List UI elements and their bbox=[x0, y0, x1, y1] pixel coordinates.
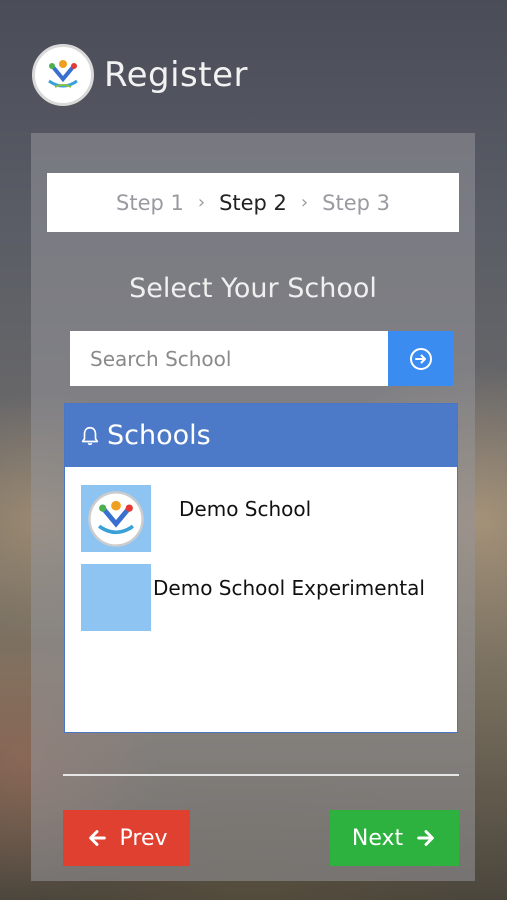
next-button-label: Next bbox=[351, 825, 404, 851]
search-submit-button[interactable] bbox=[388, 331, 453, 386]
register-panel: Step 1 › Step 2 › Step 3 Select Your Sch… bbox=[31, 133, 475, 881]
next-button[interactable]: Next bbox=[330, 810, 459, 866]
step-2-label[interactable]: Step 2 bbox=[219, 191, 287, 215]
app-header: Register bbox=[32, 42, 248, 108]
schools-list-panel: Schools Demo School Demo School Experime… bbox=[64, 403, 458, 733]
step-1-label[interactable]: Step 1 bbox=[116, 191, 184, 215]
school-logo-icon bbox=[81, 485, 151, 552]
prev-button[interactable]: Prev bbox=[63, 810, 190, 866]
divider bbox=[63, 774, 459, 776]
bell-icon bbox=[79, 425, 101, 447]
chevron-right-icon: › bbox=[300, 192, 309, 213]
prev-button-label: Prev bbox=[119, 825, 168, 851]
schools-title: Schools bbox=[107, 420, 211, 451]
chevron-right-icon: › bbox=[197, 192, 206, 213]
app-logo-icon bbox=[32, 44, 94, 106]
arrow-left-icon bbox=[88, 830, 106, 846]
search-school-input[interactable] bbox=[70, 331, 388, 386]
school-name: Demo School bbox=[179, 497, 312, 521]
arrow-circle-right-icon bbox=[409, 347, 432, 370]
school-search bbox=[70, 331, 453, 386]
step-breadcrumb: Step 1 › Step 2 › Step 3 bbox=[47, 173, 459, 232]
school-list-item[interactable]: Demo School bbox=[65, 467, 457, 552]
section-heading: Select Your School bbox=[129, 273, 377, 304]
page-title: Register bbox=[104, 55, 248, 95]
school-logo-placeholder bbox=[81, 564, 151, 631]
step-3-label[interactable]: Step 3 bbox=[322, 191, 390, 215]
arrow-right-icon bbox=[417, 830, 435, 846]
schools-header: Schools bbox=[65, 404, 457, 467]
school-list-item[interactable]: Demo School Experimental bbox=[65, 546, 457, 631]
school-name: Demo School Experimental bbox=[153, 576, 425, 600]
